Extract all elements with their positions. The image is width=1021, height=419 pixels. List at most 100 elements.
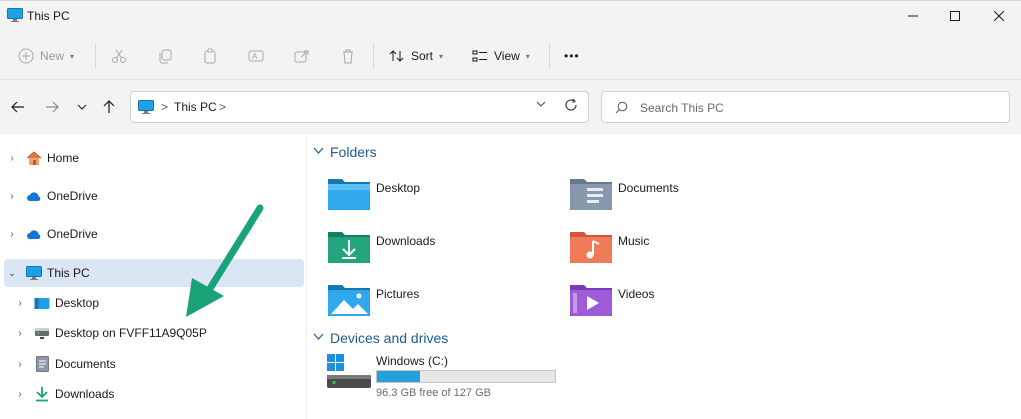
folder-desktop[interactable]: Desktop (327, 174, 420, 218)
clipboard-icon (204, 48, 216, 64)
forward-button[interactable] (42, 97, 62, 117)
breadcrumb-this-pc[interactable]: This PC (174, 100, 217, 114)
close-icon (994, 11, 1004, 21)
sidebar-item-this-pc[interactable]: ⌄ This PC (4, 259, 304, 287)
chevron-down-icon (536, 101, 546, 107)
cut-button[interactable] (111, 44, 127, 68)
music-folder-icon (570, 232, 612, 263)
minimize-button[interactable] (890, 1, 936, 31)
toolbar-separator (373, 44, 374, 68)
chevron-down-icon (77, 104, 87, 110)
devices-header-label: Devices and drives (330, 330, 449, 346)
monitor-icon (26, 265, 42, 281)
sidebar-item-label: OneDrive (47, 189, 98, 203)
arrow-left-icon (11, 101, 24, 113)
folder-videos[interactable]: Videos (569, 280, 654, 324)
chevron-right-icon[interactable]: › (4, 153, 20, 164)
sidebar-item-label: This PC (47, 266, 90, 280)
sidebar-item-desktop[interactable]: › Desktop (4, 289, 304, 317)
devices-group-header[interactable]: Devices and drives (313, 330, 448, 346)
arrow-up-icon (103, 100, 115, 113)
rename-button[interactable]: A (248, 44, 264, 68)
breadcrumb-separator[interactable]: > (219, 100, 226, 114)
folder-label: Downloads (376, 234, 436, 248)
refresh-icon (565, 98, 577, 111)
refresh-button[interactable] (564, 98, 578, 115)
toolbar-separator (549, 44, 550, 68)
desktop-folder-icon (328, 179, 370, 210)
chevron-right-icon[interactable]: › (12, 328, 28, 339)
chevron-right-icon[interactable]: › (4, 191, 20, 202)
scissors-icon (112, 49, 126, 63)
drive-usage-bar (376, 370, 556, 383)
chevron-down-icon[interactable] (313, 147, 324, 158)
folders-header-label: Folders (330, 144, 377, 160)
drive-free-space: 96.3 GB free of 127 GB (376, 387, 491, 399)
search-input[interactable]: Search This PC (640, 101, 724, 115)
folder-label: Desktop (376, 181, 421, 195)
view-button[interactable]: View ▾ (472, 44, 530, 68)
chevron-right-icon[interactable]: › (12, 298, 28, 309)
rename-icon: A (248, 50, 264, 62)
pictures-folder-icon (328, 285, 370, 316)
maximize-button[interactable] (932, 1, 978, 31)
sort-button[interactable]: Sort ▾ (389, 44, 443, 68)
copy-button[interactable] (157, 44, 173, 68)
plus-circle-icon (18, 48, 34, 64)
chevron-right-icon[interactable]: › (4, 229, 20, 240)
sidebar-item-desktop-network[interactable]: › Desktop on FVFF11A9Q05P (4, 319, 304, 347)
sidebar-item-onedrive[interactable]: › OneDrive (4, 182, 304, 210)
folder-pictures[interactable]: Pictures (327, 280, 419, 324)
onedrive-cloud-icon (26, 188, 42, 204)
navigation-row: > This PC > Search This PC (0, 80, 1021, 134)
sidebar-item-label: OneDrive (47, 227, 98, 241)
trash-icon (343, 49, 353, 64)
this-pc-monitor-icon (7, 8, 23, 25)
window-title: This PC (27, 9, 70, 23)
chevron-down-icon[interactable]: ⌄ (4, 268, 20, 279)
recent-locations-button[interactable] (72, 97, 92, 117)
folders-group-header[interactable]: Folders (313, 144, 377, 160)
back-button[interactable] (8, 97, 28, 117)
main-content: Folders Desktop Documents Downloads Musi… (307, 134, 1021, 419)
chevron-right-icon[interactable]: › (12, 359, 28, 370)
sidebar-item-downloads[interactable]: › Downloads (4, 380, 304, 408)
new-button[interactable]: New ▾ (18, 44, 74, 68)
view-list-icon (472, 50, 487, 62)
drive-usage-fill (377, 371, 421, 382)
address-history-dropdown[interactable] (536, 99, 546, 112)
paste-button[interactable] (202, 44, 218, 68)
sidebar-item-label: Downloads (55, 387, 115, 401)
navigation-pane: › Home › OneDrive › OneDrive ⌄ This PC ›… (0, 134, 307, 419)
desktop-folder-icon (34, 295, 50, 311)
drive-label: Windows (C:) (376, 354, 449, 368)
share-button[interactable] (294, 44, 310, 68)
folder-label: Music (618, 234, 650, 248)
arrow-right-icon (46, 101, 59, 113)
up-button[interactable] (99, 97, 119, 117)
drive-windows-c[interactable]: Windows (C:) 96.3 GB free of 127 GB (327, 352, 627, 402)
breadcrumb-separator[interactable]: > (161, 100, 168, 114)
sidebar-item-label: Home (47, 151, 80, 165)
folder-music[interactable]: Music (569, 227, 649, 271)
sidebar-item-home[interactable]: › Home (4, 144, 304, 172)
folder-downloads[interactable]: Downloads (327, 227, 435, 271)
folder-documents[interactable]: Documents (569, 174, 679, 218)
chevron-right-icon[interactable]: › (12, 389, 28, 400)
copy-icon (159, 49, 172, 64)
downloads-folder-icon (328, 232, 370, 263)
sidebar-item-onedrive[interactable]: › OneDrive (4, 220, 304, 248)
delete-button[interactable] (340, 44, 356, 68)
sidebar-item-documents[interactable]: › Documents (4, 350, 304, 378)
new-label: New (40, 49, 65, 63)
close-button[interactable] (976, 1, 1021, 31)
view-label: View (494, 49, 520, 63)
sidebar-item-label: Desktop on FVFF11A9Q05P (55, 326, 207, 340)
address-bar[interactable]: > This PC > (130, 91, 589, 123)
chevron-down-icon[interactable] (313, 333, 324, 344)
search-box[interactable]: Search This PC (601, 91, 1010, 123)
hard-drive-icon (327, 354, 371, 388)
more-options-button[interactable]: ••• (564, 44, 580, 68)
svg-text:A: A (252, 52, 258, 61)
videos-folder-icon (570, 285, 612, 316)
